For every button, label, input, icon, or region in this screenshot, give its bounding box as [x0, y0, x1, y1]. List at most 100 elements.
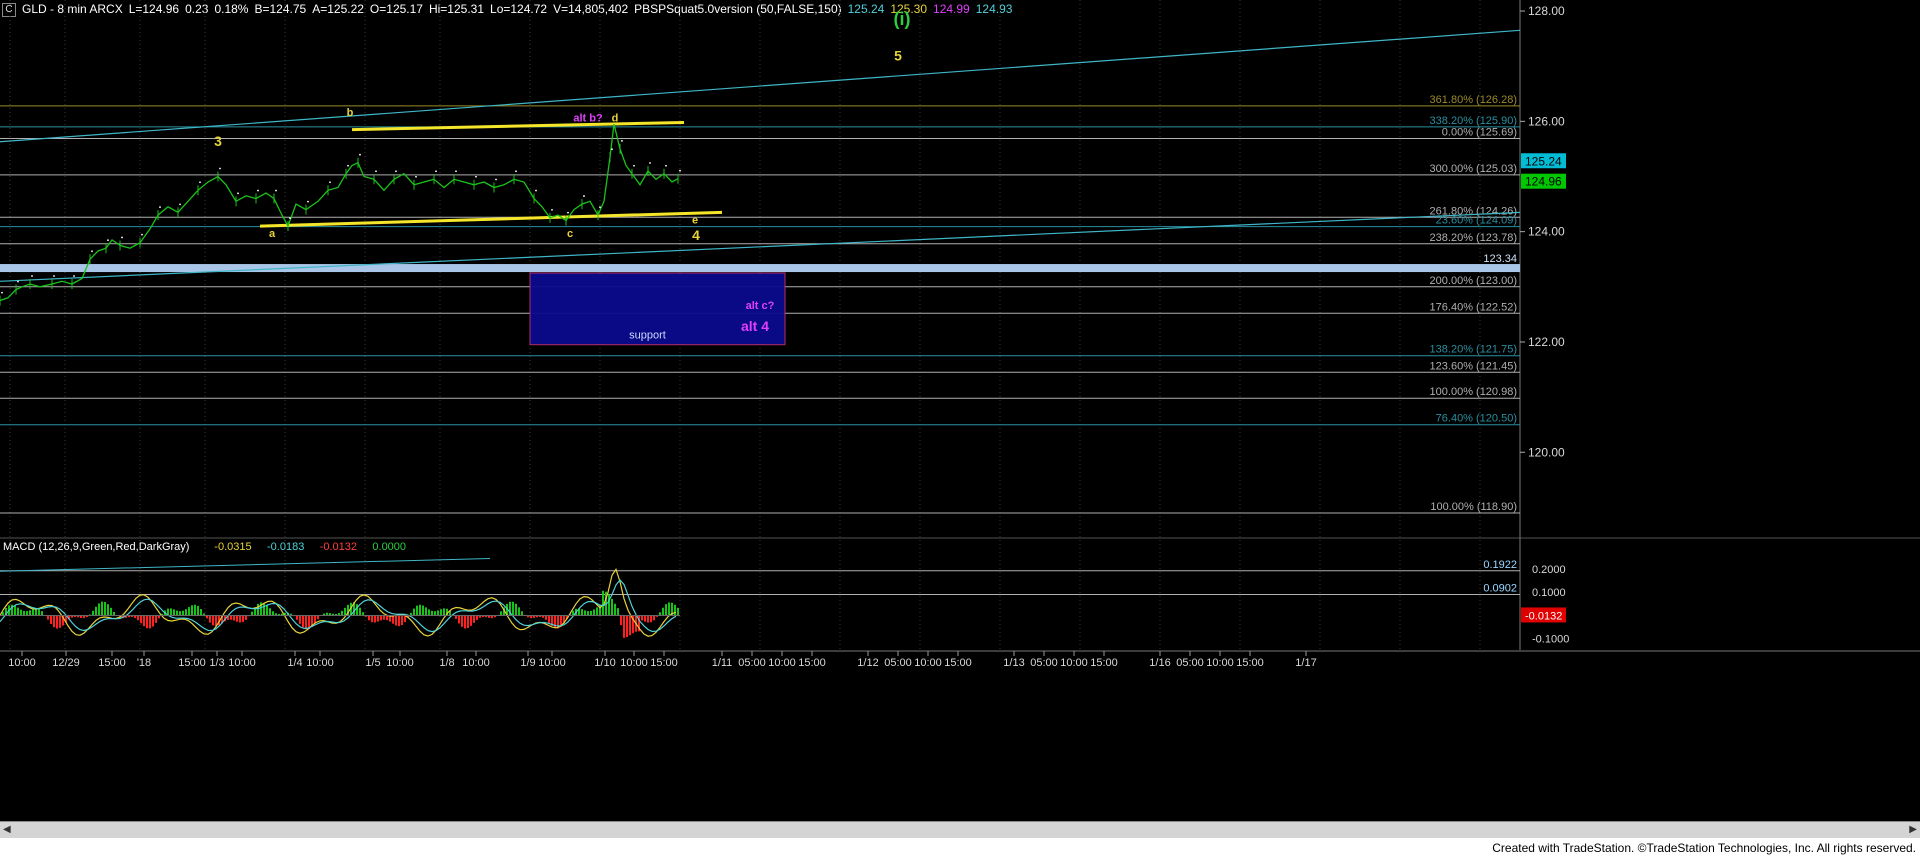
macd-histogram-bar — [242, 615, 244, 623]
macd-header-value: -0.0132 — [320, 541, 357, 553]
macd-histogram-bar — [149, 615, 151, 629]
wave-label: e — [692, 214, 698, 226]
x-tick-label: 1/11 — [712, 657, 733, 669]
wave-label: d — [612, 112, 619, 124]
macd-histogram-bar — [185, 609, 187, 616]
wave-label: 4 — [692, 227, 700, 243]
signal-dot — [395, 170, 397, 173]
macd-histogram-bar — [662, 607, 664, 616]
x-tick-label: 1/17 — [1295, 657, 1316, 669]
macd-histogram-bar — [395, 615, 397, 626]
y-tick-label: 122.00 — [1528, 335, 1565, 349]
fib-label: 0.00% (125.69) — [1442, 126, 1517, 138]
x-tick-label: 15:00 — [650, 657, 678, 669]
macd-histogram-bar — [92, 610, 94, 616]
x-tick-label: 10:00 — [8, 657, 36, 669]
macd-histogram-bar — [257, 603, 259, 616]
macd-histogram-bar — [512, 601, 514, 616]
wave-label: alt b? — [573, 112, 603, 124]
price-badge-text: 125.24 — [1525, 154, 1562, 168]
x-tick-label: 10:00 — [768, 657, 796, 669]
macd-histogram-bar — [470, 615, 472, 626]
macd-histogram-bar — [173, 609, 175, 616]
macd-histogram-bar — [629, 615, 631, 636]
triangle-lower-line — [259, 210, 723, 228]
macd-histogram-bar — [359, 607, 361, 616]
signal-dot — [611, 148, 613, 151]
macd-tick-label: 0.1000 — [1532, 587, 1566, 599]
macd-histogram-bar — [26, 611, 28, 616]
fib-label: 100.00% (118.90) — [1430, 501, 1517, 513]
macd-histogram-bar — [428, 609, 430, 616]
macd-histogram-bar — [368, 615, 370, 621]
fib-label: 176.40% (122.52) — [1430, 301, 1517, 313]
scroll-left-icon[interactable]: ◀ — [3, 824, 11, 835]
x-tick-label: 1/10 — [594, 657, 615, 669]
macd-histogram-bar — [383, 615, 385, 620]
y-tick-label: 124.00 — [1528, 225, 1565, 239]
macd-histogram-bar — [53, 615, 55, 628]
x-tick-label: 1/13 — [1003, 657, 1024, 669]
macd-histogram-bar — [392, 615, 394, 624]
signal-dot — [91, 250, 93, 253]
macd-histogram-bar — [272, 611, 274, 616]
macd-histogram-bar — [425, 607, 427, 616]
macd-histogram-bar — [545, 615, 547, 620]
macd-histogram-bar — [101, 601, 103, 616]
y-tick-label: 128.00 — [1528, 4, 1565, 18]
signal-dot — [307, 200, 309, 203]
x-tick-label: 1/4 — [287, 657, 302, 669]
macd-histogram-bar — [626, 615, 628, 638]
x-tick-label: 15:00 — [944, 657, 972, 669]
macd-histogram-bar — [431, 610, 433, 616]
scroll-right-icon[interactable]: ▶ — [1909, 824, 1917, 835]
footer: Created with TradeStation. ©TradeStation… — [0, 838, 1920, 858]
support-level-label: 123.34 — [1483, 253, 1517, 265]
macd-histogram-bar — [608, 594, 610, 616]
macd-level-label: 0.1922 — [1483, 559, 1517, 571]
signal-dot — [17, 280, 19, 283]
x-tick-label: 10:00 — [462, 657, 490, 669]
signal-dot — [289, 217, 291, 220]
macd-header-value: -0.0315 — [214, 541, 251, 553]
fib-label: 361.80% (126.28) — [1430, 94, 1517, 106]
macd-histogram-bar — [251, 611, 253, 616]
macd-histogram-bar — [56, 615, 58, 629]
macd-histogram-bar — [302, 615, 304, 628]
macd-histogram-bar — [269, 608, 271, 616]
signal-dot — [515, 170, 517, 173]
macd-tick-label: 0.2000 — [1532, 564, 1566, 576]
signal-dot — [599, 206, 601, 209]
macd-histogram-bar — [98, 603, 100, 616]
macd-histogram-bar — [521, 611, 523, 616]
x-tick-label: 05:00 — [884, 657, 912, 669]
macd-histogram-bar — [422, 605, 424, 616]
macd-histogram-bar — [458, 615, 460, 624]
fib-label: 238.20% (123.78) — [1430, 232, 1517, 244]
fib-label: 200.00% (123.00) — [1430, 275, 1517, 287]
macd-histogram-bar — [413, 608, 415, 616]
macd-histogram-bar — [23, 610, 25, 616]
signal-dot — [649, 162, 651, 164]
macd-histogram-bar — [41, 611, 43, 616]
signal-dot — [415, 175, 417, 178]
x-tick-label: 15:00 — [178, 657, 206, 669]
macd-histogram-bar — [305, 615, 307, 630]
signal-dot — [199, 181, 201, 184]
macd-histogram-bar — [464, 615, 466, 629]
macd-histogram-bar — [596, 607, 598, 616]
macd-histogram-bar — [668, 602, 670, 616]
signal-dot — [257, 189, 259, 192]
horizontal-scrollbar[interactable]: ◀ ▶ — [0, 821, 1920, 839]
signal-dot — [475, 175, 477, 178]
macd-histogram-bar — [548, 615, 550, 623]
copyright-text: Created with TradeStation. ©TradeStation… — [1492, 841, 1916, 855]
macd-histogram-bar — [584, 610, 586, 616]
macd-histogram-bar — [152, 615, 154, 627]
x-tick-label: 1/16 — [1149, 657, 1170, 669]
fib-label: 338.20% (125.90) — [1430, 115, 1517, 127]
signal-dot — [107, 239, 109, 242]
macd-histogram-bar — [29, 610, 31, 616]
macd-histogram-bar — [593, 609, 595, 616]
macd-header-value: MACD (12,26,9,Green,Red,DarkGray) — [3, 541, 189, 553]
